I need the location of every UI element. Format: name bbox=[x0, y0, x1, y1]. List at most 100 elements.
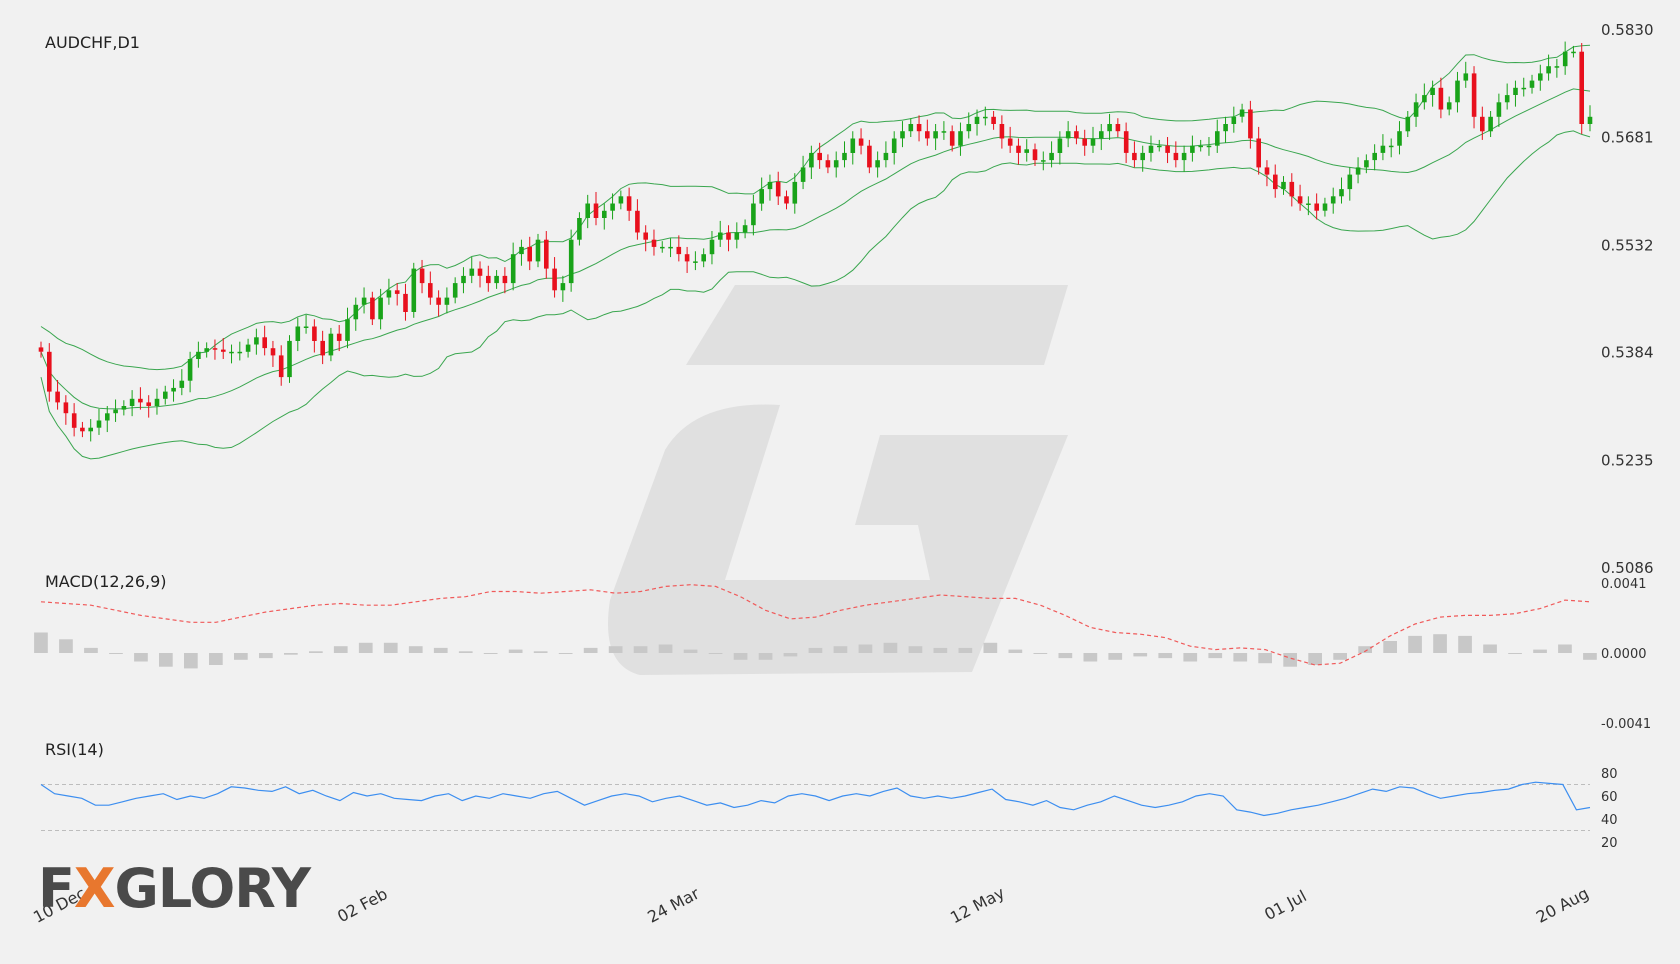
candle-body bbox=[1438, 87, 1444, 110]
x-tick-label: 12 May bbox=[947, 883, 1008, 927]
candle-body bbox=[1165, 145, 1170, 153]
candle-body bbox=[502, 275, 508, 284]
candle-body bbox=[461, 275, 466, 284]
candle-body bbox=[494, 275, 499, 284]
x-tick-label: 02 Feb bbox=[334, 884, 390, 926]
candle-body bbox=[196, 351, 201, 359]
macd-histogram-bar bbox=[833, 646, 848, 653]
candle-body bbox=[825, 160, 831, 168]
candle-body bbox=[105, 413, 110, 421]
candle-body bbox=[527, 246, 532, 262]
candle-body bbox=[767, 181, 773, 190]
macd-histogram-bar bbox=[1208, 653, 1223, 659]
macd-histogram-bar bbox=[758, 653, 773, 660]
candle-body bbox=[941, 131, 947, 133]
macd-histogram-bar bbox=[184, 653, 198, 669]
candle-body bbox=[701, 254, 706, 262]
macd-histogram-bar bbox=[408, 646, 423, 653]
macd-histogram-bar bbox=[908, 646, 923, 653]
candle-body bbox=[336, 333, 342, 341]
macd-histogram-bar bbox=[1183, 653, 1198, 662]
candlestick-series bbox=[38, 41, 1593, 442]
macd-histogram-bar bbox=[358, 642, 373, 653]
candle-body bbox=[88, 427, 93, 432]
candle-body bbox=[1007, 138, 1013, 146]
candle-body bbox=[138, 398, 143, 403]
chart-root: 0.0041 0.0000 -0.0041 80 60 40 20 0.5830 0.568… bbox=[0, 0, 1680, 960]
candle-body bbox=[436, 297, 441, 305]
candle-body bbox=[618, 196, 624, 204]
candle-body bbox=[1372, 152, 1377, 161]
macd-histogram-bar bbox=[1283, 653, 1297, 667]
candle-body bbox=[370, 297, 375, 320]
macd-histogram-bar bbox=[1108, 653, 1123, 660]
candle-body bbox=[1397, 131, 1402, 146]
macd-histogram-bar bbox=[333, 646, 348, 653]
candle-body bbox=[891, 138, 897, 153]
candle-body bbox=[361, 297, 367, 305]
candle-body bbox=[1388, 145, 1394, 148]
candle-body bbox=[254, 337, 259, 345]
candle-body bbox=[734, 232, 740, 240]
candle-body bbox=[676, 246, 682, 255]
macd-histogram-bar bbox=[533, 651, 548, 653]
macd-histogram-bar bbox=[1433, 634, 1447, 653]
candle-body bbox=[1198, 145, 1203, 148]
price-tick-label: 0.5086 bbox=[1601, 559, 1654, 577]
price-tick-label: 0.5384 bbox=[1601, 344, 1654, 362]
candle-body bbox=[726, 232, 731, 240]
candle-body bbox=[1455, 80, 1460, 103]
candle-body bbox=[386, 290, 392, 298]
candle-body bbox=[345, 319, 350, 341]
macd-histogram-bar bbox=[1033, 653, 1048, 654]
macd-histogram-bar bbox=[59, 639, 73, 653]
candle-body bbox=[1347, 174, 1353, 190]
candle-body bbox=[800, 167, 806, 182]
candle-body bbox=[1206, 145, 1212, 148]
macd-histogram-bar bbox=[683, 649, 698, 653]
macd-histogram-bar bbox=[383, 642, 398, 653]
candle-body bbox=[602, 210, 607, 218]
candle-body bbox=[1587, 116, 1593, 124]
candle-body bbox=[1488, 116, 1493, 132]
candle-body bbox=[585, 203, 590, 218]
macd-histogram-bar bbox=[209, 653, 223, 665]
candle-body bbox=[809, 152, 814, 168]
candle-body bbox=[353, 304, 359, 320]
macd-histogram-bar bbox=[483, 653, 498, 654]
candle-body bbox=[1430, 87, 1435, 95]
macd-histogram-bar bbox=[134, 653, 148, 662]
candle-body bbox=[577, 218, 582, 240]
candle-body bbox=[1024, 149, 1029, 153]
macd-histogram-bar bbox=[558, 653, 573, 654]
candle-body bbox=[1513, 87, 1518, 95]
macd-histogram-bar bbox=[808, 647, 823, 653]
bollinger-bands bbox=[40, 44, 1591, 460]
candle-body bbox=[163, 391, 168, 399]
candle-body bbox=[684, 254, 690, 262]
candle-body bbox=[113, 409, 118, 414]
candle-body bbox=[477, 268, 483, 276]
macd-histogram-bar bbox=[1333, 653, 1347, 660]
candle-body bbox=[1123, 131, 1129, 153]
brand-logo-accent: X bbox=[73, 857, 116, 920]
candle-body bbox=[1281, 181, 1286, 190]
candle-body bbox=[1256, 138, 1261, 168]
price-tick-label: 0.5830 bbox=[1601, 21, 1654, 39]
candle-body bbox=[1157, 145, 1162, 148]
candle-body bbox=[858, 138, 864, 146]
candle-body bbox=[320, 340, 325, 356]
candle-body bbox=[916, 124, 922, 132]
candle-body bbox=[1132, 152, 1137, 161]
macd-histogram-bar bbox=[1558, 644, 1572, 653]
candle-body bbox=[1571, 51, 1576, 54]
candle-body bbox=[850, 138, 856, 153]
candle-body bbox=[1314, 203, 1319, 211]
candle-body bbox=[900, 131, 905, 139]
candle-body bbox=[718, 232, 723, 240]
candle-body bbox=[1099, 131, 1104, 139]
candle-body bbox=[129, 398, 135, 406]
candle-body bbox=[63, 402, 69, 414]
candle-body bbox=[1521, 87, 1527, 90]
candle-body bbox=[444, 297, 450, 305]
